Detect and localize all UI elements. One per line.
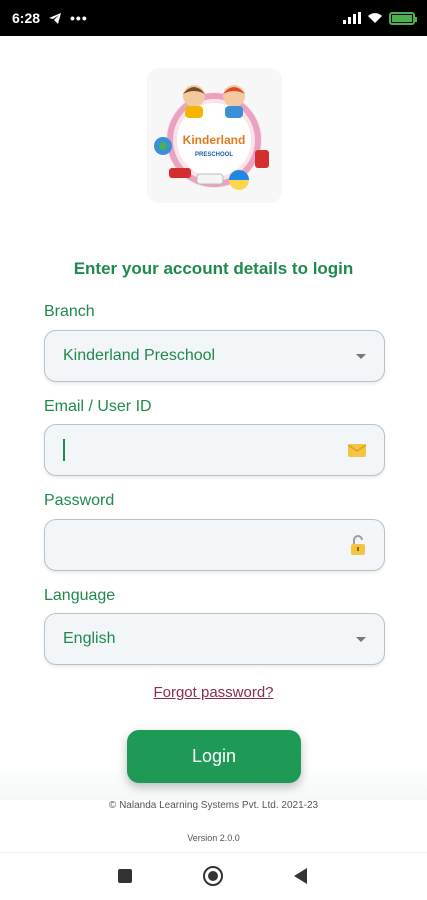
forgot-password-link[interactable]: Forgot password? [0, 684, 427, 701]
branch-label: Branch [44, 303, 95, 320]
text-cursor [63, 439, 65, 461]
version-text: Version 2.0.0 [187, 833, 240, 843]
chevron-down-icon [356, 636, 366, 642]
copyright-text: © Nalanda Learning Systems Pvt. Ltd. 202… [108, 800, 319, 811]
login-button[interactable]: Login [127, 730, 301, 783]
app-logo: Kinderland PRESCHOOL [147, 68, 282, 203]
login-headline: Enter your account details to login [73, 259, 354, 278]
battery-icon [389, 11, 417, 25]
logo-title: Kinderland [183, 133, 246, 147]
language-selected-value: English [63, 630, 116, 647]
recent-apps-icon[interactable] [118, 869, 132, 883]
back-icon[interactable] [294, 868, 308, 884]
language-label: Language [44, 587, 116, 604]
status-left: 6:28 ••• [12, 10, 88, 26]
password-field[interactable] [44, 519, 385, 571]
cellular-signal-icon [343, 12, 361, 24]
chevron-down-icon [356, 353, 366, 359]
more-dots-icon: ••• [70, 10, 88, 26]
system-nav-bar [0, 852, 427, 900]
home-icon[interactable] [203, 866, 223, 886]
branch-select[interactable]: Kinderland Preschool [44, 330, 385, 382]
kinderland-logo-icon: Kinderland PRESCHOOL [154, 85, 269, 190]
logo-subtitle: PRESCHOOL [195, 152, 233, 158]
language-select[interactable]: English [44, 613, 385, 665]
envelope-icon [348, 443, 366, 457]
status-bar: 6:28 ••• [0, 0, 427, 36]
telegram-icon [49, 12, 62, 24]
email-label: Email / User ID [44, 398, 152, 415]
unlocked-padlock-icon[interactable] [350, 535, 366, 555]
battery-fill [392, 14, 412, 22]
status-time: 6:28 [12, 10, 41, 26]
email-field[interactable] [44, 424, 385, 476]
branch-selected-value: Kinderland Preschool [63, 347, 216, 364]
status-right [343, 11, 417, 25]
wifi-icon [368, 13, 382, 23]
password-label: Password [44, 492, 115, 509]
